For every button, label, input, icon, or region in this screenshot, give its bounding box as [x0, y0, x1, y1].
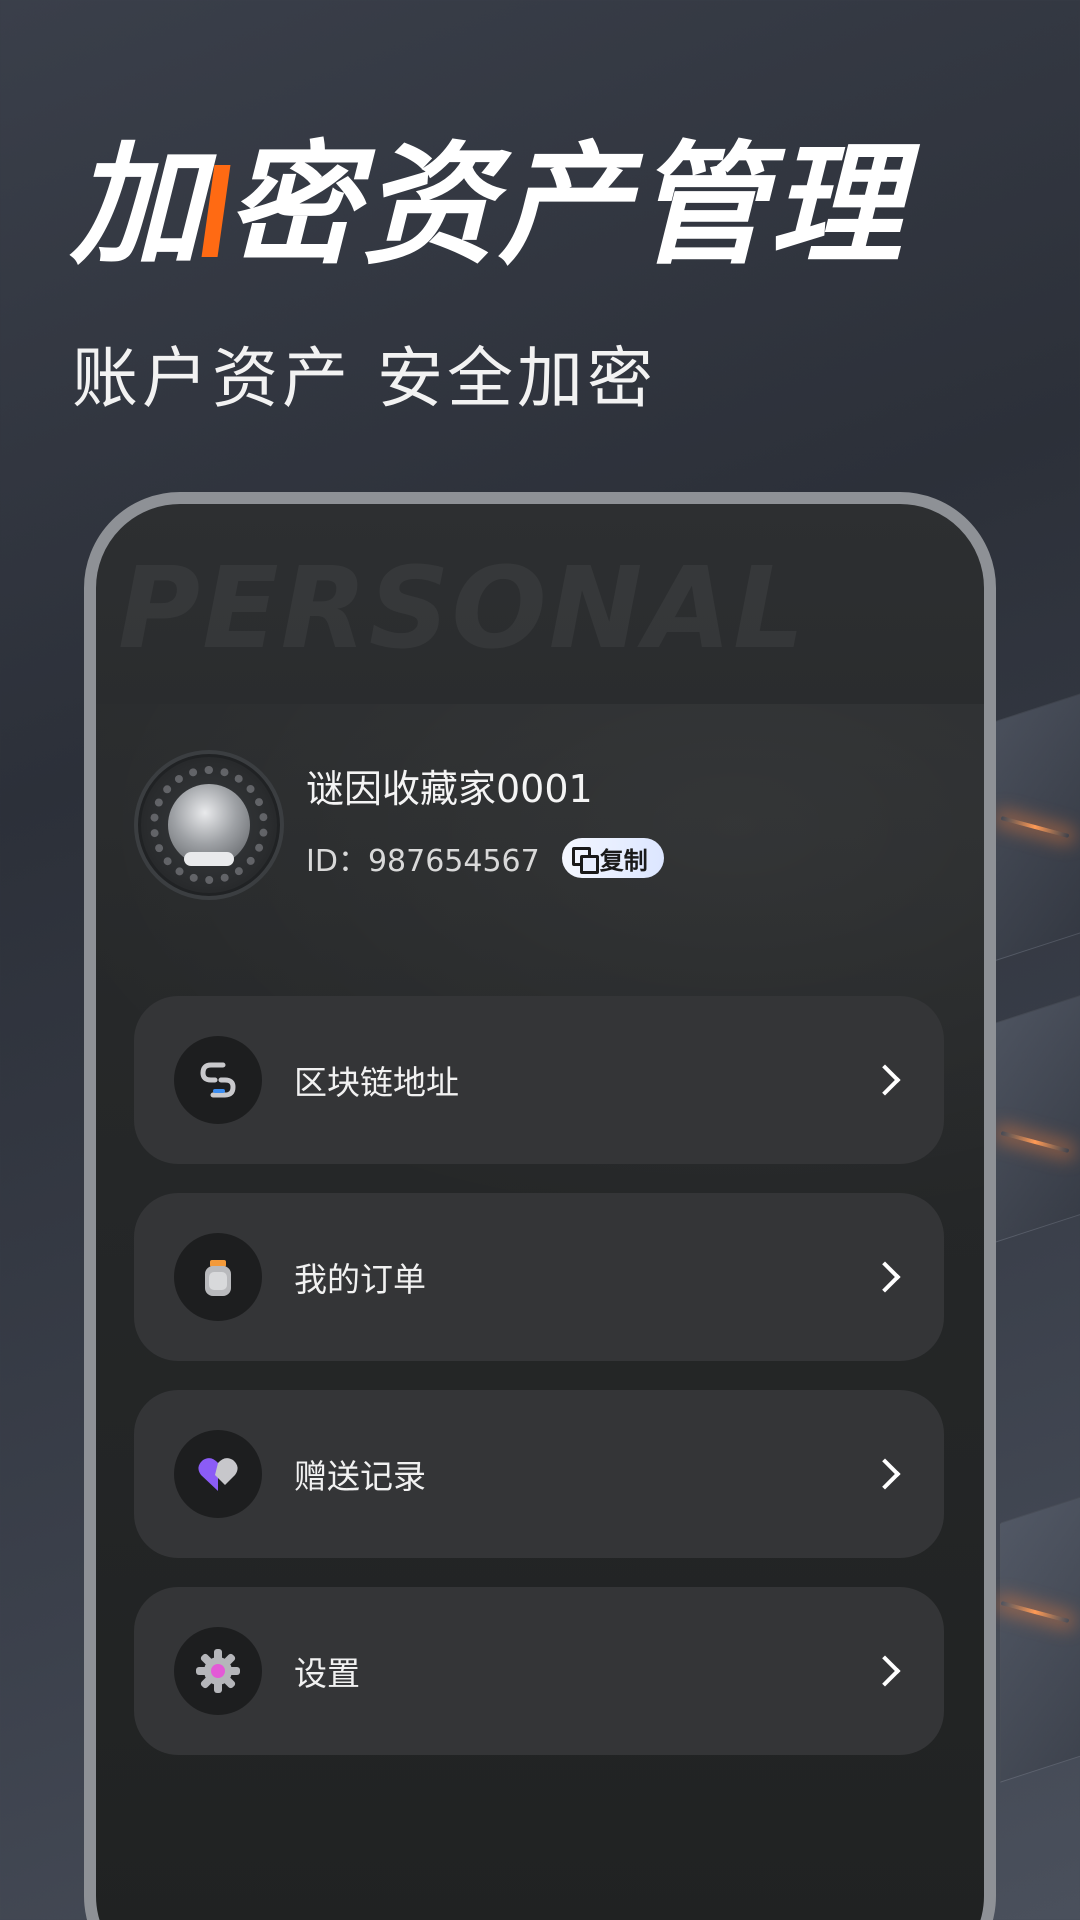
menu-item-my-orders[interactable]: 我的订单 [134, 1193, 944, 1361]
menu-item-gift-records[interactable]: 赠送记录 [134, 1390, 944, 1558]
gear-icon [174, 1627, 262, 1715]
phone-frame: PERSONAL 谜因收藏家0001 ID：987654567 复制 区块链地址 [84, 492, 996, 1920]
background-plate [990, 975, 1080, 1245]
menu-label: 设置 [294, 1654, 360, 1693]
chevron-right-icon [869, 1064, 901, 1096]
username: 谜因收藏家0001 [306, 767, 593, 811]
order-jar-icon [174, 1233, 262, 1321]
chevron-right-icon [869, 1655, 901, 1687]
background-plate [1000, 1477, 1080, 1783]
menu-item-settings[interactable]: 设置 [134, 1587, 944, 1755]
hero-title-part1: 加 [70, 129, 206, 283]
menu-item-blockchain-address[interactable]: 区块链地址 [134, 996, 944, 1164]
avatar-base [184, 852, 234, 866]
user-id-row: ID：987654567 复制 [306, 836, 664, 880]
chain-link-icon [174, 1036, 262, 1124]
menu-list: 区块链地址 我的订单 赠送记录 设置 [134, 996, 944, 1784]
menu-label: 我的订单 [294, 1260, 426, 1299]
menu-label: 赠送记录 [294, 1457, 426, 1496]
hero-title: 加密资产管理 [70, 140, 906, 272]
personal-watermark: PERSONAL [118, 544, 807, 674]
menu-label: 区块链地址 [294, 1063, 459, 1102]
user-id: ID：987654567 [306, 844, 540, 879]
copy-id-button[interactable]: 复制 [561, 838, 664, 878]
copy-label: 复制 [599, 846, 648, 875]
hero-subtitle: 账户资产 安全加密 [72, 340, 657, 417]
chevron-right-icon [869, 1261, 901, 1293]
gift-heart-icon [174, 1430, 262, 1518]
hero-title-part2: 密资产管理 [226, 129, 906, 283]
avatar[interactable] [134, 750, 284, 900]
chevron-right-icon [869, 1458, 901, 1490]
copy-icon [571, 847, 599, 874]
